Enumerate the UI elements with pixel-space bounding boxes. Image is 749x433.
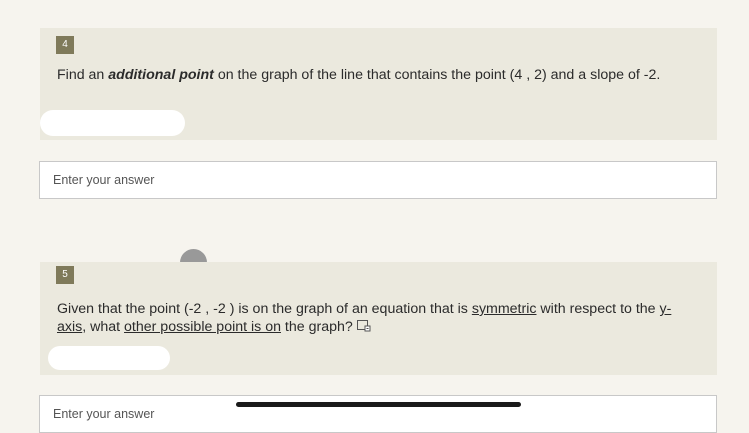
question-4-card: 4 Find an additional point on the graph …	[40, 28, 717, 140]
symmetric-link[interactable]: symmetric	[472, 301, 537, 317]
question-number-badge: 4	[56, 36, 74, 54]
answer-input-question-5[interactable]: Enter your answer	[39, 395, 717, 433]
question-text: Given that the point (-2 , -2 ) is on th…	[57, 300, 693, 336]
other-point-link[interactable]: other possible point is on	[124, 319, 281, 335]
question-text-part: Given that the point (-2 , -2 ) is on th…	[57, 301, 472, 317]
question-text: Find an additional point on the graph of…	[57, 66, 693, 84]
question-5-card: 5 Given that the point (-2 , -2 ) is on …	[40, 262, 717, 375]
redaction-mark	[48, 346, 170, 370]
answer-placeholder: Enter your answer	[53, 173, 155, 187]
question-number-badge: 5	[56, 266, 74, 284]
question-text-part: with respect to the	[536, 301, 660, 317]
question-text-part: Find an	[57, 67, 109, 83]
question-text-part: the graph?	[280, 319, 353, 335]
redaction-mark	[40, 110, 185, 136]
home-indicator-bar[interactable]	[236, 402, 521, 407]
answer-input-question-4[interactable]: Enter your answer	[39, 161, 717, 199]
question-text-part: , what	[82, 319, 125, 335]
question-text-part: on the graph of the line that contains t…	[213, 67, 661, 83]
immersive-reader-icon[interactable]	[356, 320, 371, 332]
question-emphasis: additional point	[108, 67, 214, 83]
answer-placeholder: Enter your answer	[53, 407, 155, 421]
